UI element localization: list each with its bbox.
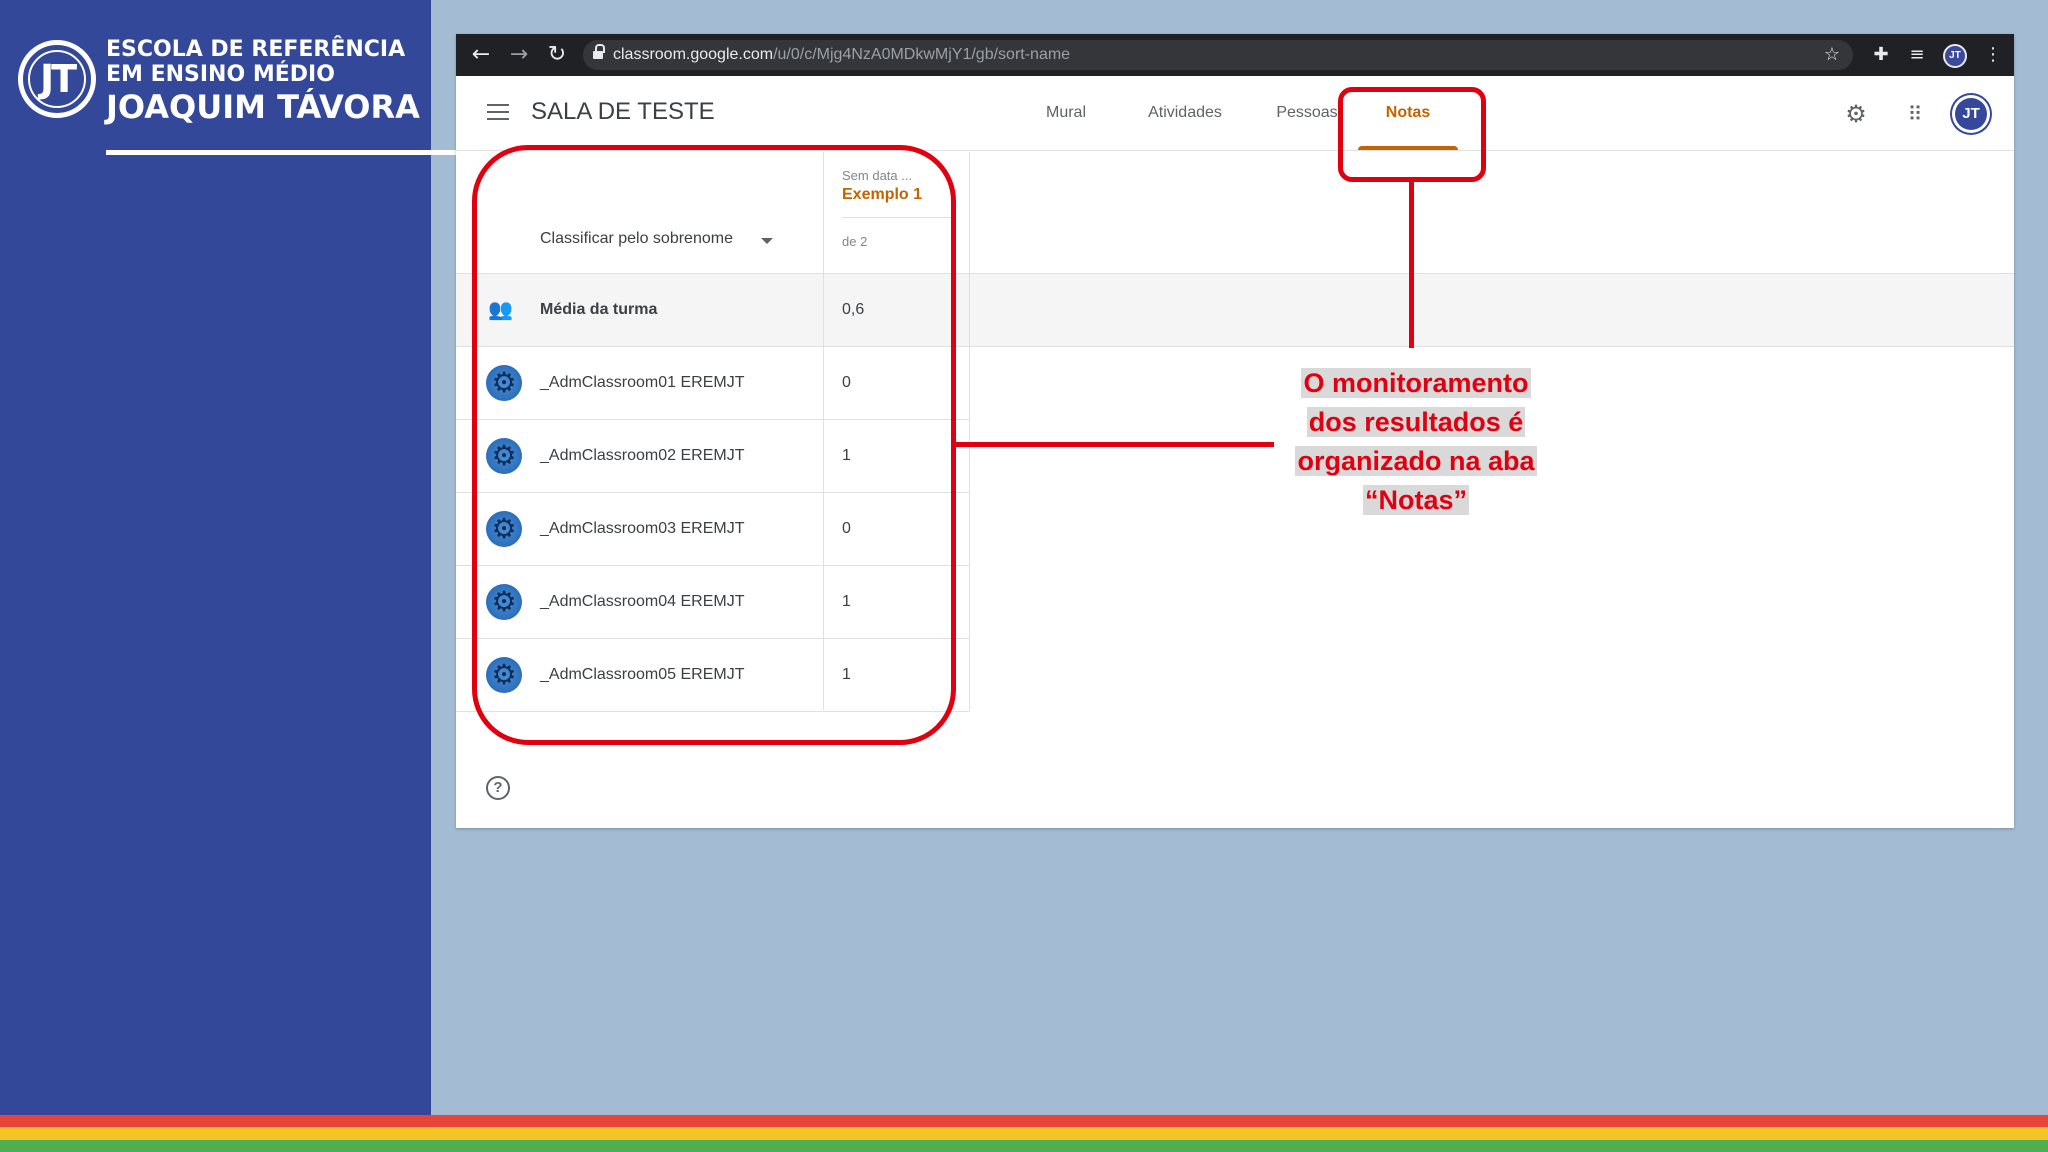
annotation-grade-box	[472, 145, 956, 745]
annotation-text: O monitoramento dos resultados é organiz…	[1266, 364, 1566, 520]
help-icon[interactable]: ?	[486, 776, 510, 800]
school-banner: JT ESCOLA DE REFERÊNCIA EM ENSINO MÉDIO …	[0, 0, 456, 1115]
arrow-left-icon: ←	[471, 42, 491, 67]
url-path: /u/0/c/Mjg4NzA0MDkwMjY1/gb/sort-name	[773, 46, 1071, 63]
class-title[interactable]: SALA DE TESTE	[531, 94, 715, 130]
annotation-line-3: organizado na aba	[1295, 446, 1537, 476]
stripe-yellow	[0, 1127, 2048, 1140]
school-name-line-2: EM ENSINO MÉDIO	[106, 62, 335, 87]
school-name-line-1: ESCOLA DE REFERÊNCIA	[106, 37, 406, 62]
arrow-right-icon: →	[509, 42, 529, 67]
stripe-red	[0, 1115, 2048, 1128]
reading-list-icon[interactable]: ≡	[1902, 40, 1932, 70]
lock-icon	[593, 44, 605, 61]
tab-mural[interactable]: Mural	[1016, 76, 1116, 151]
reload-icon: ↻	[547, 42, 567, 67]
annotation-line-4: “Notas”	[1362, 485, 1469, 515]
gear-icon[interactable]: ⚙	[1840, 98, 1872, 130]
hamburger-menu-icon[interactable]	[487, 104, 509, 120]
annotation-line-1: O monitoramento	[1301, 368, 1531, 398]
annotation-connector-vertical	[1409, 182, 1414, 348]
address-bar[interactable]: classroom.google.com/u/0/c/Mjg4NzA0MDkwM…	[583, 40, 1853, 70]
annotation-tab-box	[1338, 87, 1486, 182]
user-avatar[interactable]: JT	[1952, 95, 1990, 133]
tab-atividades[interactable]: Atividades	[1124, 76, 1246, 151]
annotation-connector-horizontal	[956, 442, 1274, 447]
annotation-line-2: dos resultados é	[1306, 407, 1526, 437]
school-name-line-3: JOAQUIM TÁVORA	[106, 88, 420, 126]
classroom-header: SALA DE TESTE Mural Atividades Pessoas N…	[456, 76, 2014, 151]
reload-button[interactable]: ↻	[542, 40, 572, 70]
url-text: classroom.google.com/u/0/c/Mjg4NzA0MDkwM…	[613, 40, 1070, 70]
school-logo: JT	[18, 40, 96, 118]
browser-toolbar: ← → ↻ classroom.google.com/u/0/c/Mjg4NzA…	[456, 34, 2014, 76]
banner-divider	[106, 150, 456, 155]
school-logo-text: JT	[39, 57, 77, 101]
browser-profile-avatar[interactable]: JT	[1943, 44, 1967, 68]
puzzle-icon[interactable]: ✚	[1866, 40, 1896, 70]
star-icon[interactable]: ☆	[1817, 40, 1847, 70]
stripe-green	[0, 1139, 2048, 1152]
forward-button[interactable]: →	[504, 40, 534, 70]
back-button[interactable]: ←	[466, 40, 496, 70]
apps-grid-icon[interactable]: ⠿	[1898, 98, 1930, 130]
column-divider	[969, 152, 970, 710]
kebab-menu-icon[interactable]: ⋮	[1978, 40, 2008, 70]
color-stripes	[0, 1115, 2048, 1152]
url-domain: classroom.google.com	[613, 46, 774, 63]
